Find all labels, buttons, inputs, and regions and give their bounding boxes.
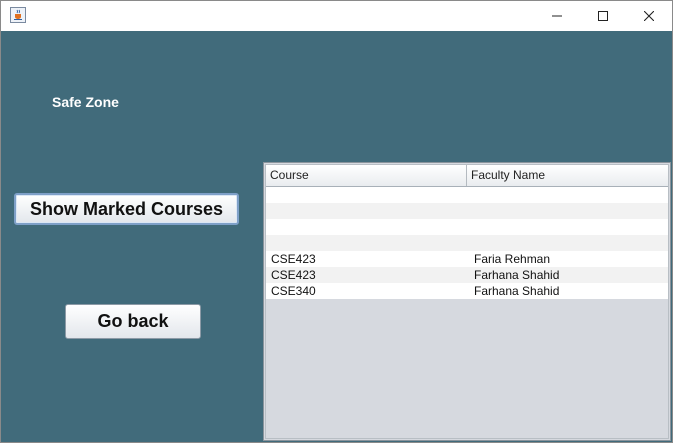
table-header: Course Faculty Name — [266, 165, 668, 187]
course-cell: CSE423 — [271, 252, 316, 266]
table-row[interactable] — [266, 187, 668, 203]
courses-table: Course Faculty Name CSE423 Faria Rehman … — [265, 164, 669, 439]
title-bar — [1, 1, 672, 31]
faculty-cell — [469, 203, 672, 219]
close-icon — [644, 11, 654, 21]
minimize-button[interactable] — [534, 1, 580, 31]
faculty-cell: Farhana Shahid — [474, 268, 560, 282]
courses-table-scrollpane[interactable]: Course Faculty Name CSE423 Faria Rehman … — [263, 162, 671, 441]
table-row[interactable] — [266, 219, 668, 235]
maximize-icon — [598, 11, 608, 21]
course-cell: CSE423 — [271, 268, 316, 282]
table-body: CSE423 Faria Rehman CSE423 Farhana Shahi… — [266, 187, 668, 299]
faculty-cell: Farhana Shahid — [474, 284, 560, 298]
minimize-icon — [552, 15, 562, 17]
maximize-button[interactable] — [580, 1, 626, 31]
course-cell — [266, 219, 471, 235]
faculty-cell — [469, 187, 672, 203]
column-header-faculty-name[interactable]: Faculty Name — [467, 165, 668, 186]
course-cell — [266, 235, 471, 251]
show-marked-courses-button[interactable]: Show Marked Courses — [14, 193, 239, 225]
go-back-button[interactable]: Go back — [65, 304, 201, 339]
table-row[interactable]: CSE340 Farhana Shahid — [266, 283, 668, 299]
course-cell — [266, 203, 471, 219]
course-cell — [266, 187, 471, 203]
table-row[interactable]: CSE423 Farhana Shahid — [266, 267, 668, 283]
close-button[interactable] — [626, 1, 672, 31]
java-cup-icon — [10, 7, 26, 23]
app-window: Safe Zone Show Marked Courses Go back Co… — [0, 0, 673, 443]
table-row[interactable]: CSE423 Faria Rehman — [266, 251, 668, 267]
faculty-cell — [469, 235, 672, 251]
safe-zone-label: Safe Zone — [52, 94, 119, 110]
table-row[interactable] — [266, 203, 668, 219]
main-panel: Safe Zone Show Marked Courses Go back Co… — [1, 31, 672, 442]
course-cell: CSE340 — [271, 284, 316, 298]
table-row[interactable] — [266, 235, 668, 251]
faculty-cell: Faria Rehman — [474, 252, 551, 266]
column-header-course[interactable]: Course — [266, 165, 467, 186]
faculty-cell — [469, 219, 672, 235]
